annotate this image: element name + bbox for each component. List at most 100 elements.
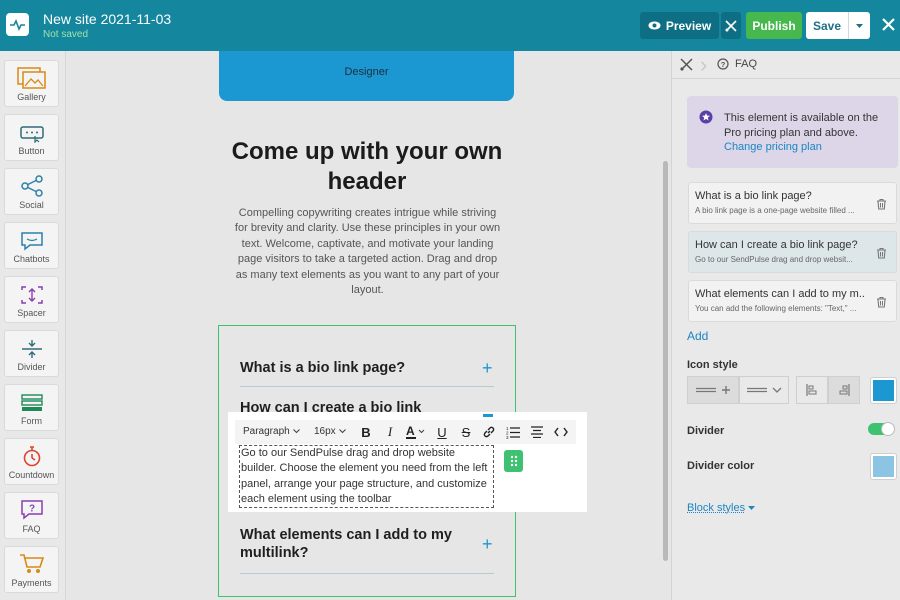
toggle-knob — [881, 422, 895, 436]
svg-text:A: A — [406, 425, 415, 438]
caret-down-icon — [856, 23, 863, 28]
spacer-icon — [20, 286, 43, 304]
faq-list-item[interactable]: What is a bio link page? A bio link page… — [688, 182, 897, 224]
code-icon[interactable] — [553, 424, 569, 440]
tools-icon[interactable] — [680, 58, 693, 76]
sidebar-item-payments[interactable]: Payments — [4, 546, 59, 593]
divider-toggle[interactable] — [868, 422, 895, 436]
icon-style-label: Icon style — [687, 359, 738, 371]
divider-icon — [21, 340, 42, 358]
link-icon[interactable] — [481, 424, 497, 440]
change-plan-link[interactable]: Change pricing plan — [724, 141, 822, 153]
svg-text:?: ? — [721, 60, 726, 69]
chat-icon — [20, 232, 43, 251]
caret-down-icon — [748, 506, 756, 510]
share-icon — [20, 175, 43, 197]
divider-color-label: Divider color — [687, 460, 755, 472]
faq-divider — [240, 573, 494, 574]
plus-icon[interactable]: + — [482, 535, 493, 553]
sidebar-item-gallery[interactable]: Gallery — [4, 60, 59, 107]
designer-card[interactable]: Designer — [219, 51, 514, 101]
trash-icon[interactable] — [876, 246, 887, 264]
save-button[interactable]: Save — [806, 12, 848, 39]
faq-answer-editor[interactable]: Go to our SendPulse drag and drop websit… — [239, 445, 494, 508]
font-size-select[interactable]: 16px — [314, 426, 346, 437]
line-chevron-icon — [747, 387, 782, 393]
icon-style-option-chevron[interactable] — [739, 376, 789, 404]
faq-collapse-indicator[interactable] — [483, 414, 493, 417]
chevron-down-icon — [338, 429, 346, 434]
bold-icon[interactable]: B — [358, 424, 374, 440]
text-editor-panel: Paragraph 16px B I A U S 123 Go to our S… — [228, 412, 587, 512]
pro-plan-notice: This element is available on the Pro pri… — [687, 96, 898, 168]
pro-notice-text: This element is available on the Pro pri… — [724, 112, 879, 139]
align-right-icon — [839, 384, 850, 396]
tools-button[interactable] — [721, 12, 741, 39]
sidebar-item-form[interactable]: Form — [4, 384, 59, 431]
faq-question[interactable]: What elements can I add to my multilink? — [240, 526, 475, 562]
trash-icon[interactable] — [876, 197, 887, 215]
trash-icon[interactable] — [876, 295, 887, 313]
page-body-text[interactable]: Compelling copywriting creates intrigue … — [234, 206, 501, 298]
stopwatch-icon — [23, 446, 40, 467]
tools-icon — [725, 19, 737, 32]
cart-icon — [19, 554, 44, 573]
site-title: New site 2021-11-03 — [43, 11, 172, 27]
icon-style-option-plus[interactable] — [687, 376, 739, 404]
form-icon — [20, 394, 43, 411]
icon-align-left-button[interactable] — [796, 376, 828, 404]
sidebar-item-divider[interactable]: Divider — [4, 330, 59, 377]
element-sidebar: Gallery Button Social Chatbots Spacer Di… — [0, 51, 66, 600]
strikethrough-icon[interactable]: S — [458, 424, 474, 440]
faq-list-item[interactable]: How can I create a bio link page? Go to … — [688, 231, 897, 273]
text-color-icon[interactable]: A — [405, 424, 429, 440]
button-icon — [19, 126, 44, 143]
chevron-down-icon — [292, 429, 300, 434]
top-bar: New site 2021-11-03 Not saved Preview Pu… — [0, 0, 900, 51]
faq-divider — [240, 386, 494, 387]
sidebar-item-chatbots[interactable]: Chatbots — [4, 222, 59, 269]
close-icon — [881, 17, 895, 31]
paragraph-select[interactable]: Paragraph — [243, 426, 300, 437]
italic-icon[interactable]: I — [382, 424, 398, 440]
plus-icon[interactable]: + — [482, 359, 493, 377]
pulse-logo-icon[interactable] — [6, 13, 29, 36]
save-status: Not saved — [43, 29, 89, 40]
numbered-list-icon[interactable]: 123 — [505, 424, 521, 440]
sidebar-item-spacer[interactable]: Spacer — [4, 276, 59, 323]
text-format-toolbar: Paragraph 16px B I A U S 123 — [235, 420, 576, 444]
eye-icon — [648, 21, 661, 30]
canvas-scrollbar[interactable] — [663, 161, 668, 561]
save-options-button[interactable] — [848, 12, 870, 39]
drag-handle-icon[interactable] — [504, 450, 523, 472]
breadcrumb: ? FAQ — [717, 58, 757, 70]
gallery-icon — [16, 67, 46, 89]
faq-list-item[interactable]: What elements can I add to my m... You c… — [688, 280, 897, 322]
svg-text:?: ? — [28, 504, 34, 515]
breadcrumb-separator: › — [700, 52, 708, 77]
page-canvas: Designer Come up with your own header Co… — [67, 51, 671, 600]
sidebar-item-faq[interactable]: ? FAQ — [4, 492, 59, 539]
align-left-icon — [806, 384, 817, 396]
faq-question[interactable]: What is a bio link page? — [240, 359, 405, 377]
add-faq-link[interactable]: Add — [687, 329, 708, 343]
help-circle-icon: ? — [717, 58, 729, 70]
underline-icon[interactable]: U — [434, 424, 450, 440]
page-heading[interactable]: Come up with your own header — [217, 137, 517, 197]
icon-align-right-button[interactable] — [828, 376, 860, 404]
panel-header: › ? FAQ — [672, 51, 900, 79]
divider-color-swatch[interactable] — [870, 453, 897, 480]
sidebar-item-social[interactable]: Social — [4, 168, 59, 215]
align-center-icon[interactable] — [529, 424, 545, 440]
pro-badge-icon — [699, 110, 713, 129]
sidebar-item-button[interactable]: Button — [4, 114, 59, 161]
sidebar-item-countdown[interactable]: Countdown — [4, 438, 59, 485]
block-styles-toggle[interactable]: Block styles — [687, 502, 756, 514]
settings-panel: › ? FAQ This element is available on the… — [671, 51, 900, 600]
icon-color-swatch[interactable] — [870, 377, 897, 404]
faq-icon: ? — [20, 500, 43, 520]
close-button[interactable] — [878, 12, 898, 36]
designer-label: Designer — [344, 66, 389, 78]
preview-button[interactable]: Preview — [640, 12, 719, 39]
publish-button[interactable]: Publish — [746, 12, 802, 39]
